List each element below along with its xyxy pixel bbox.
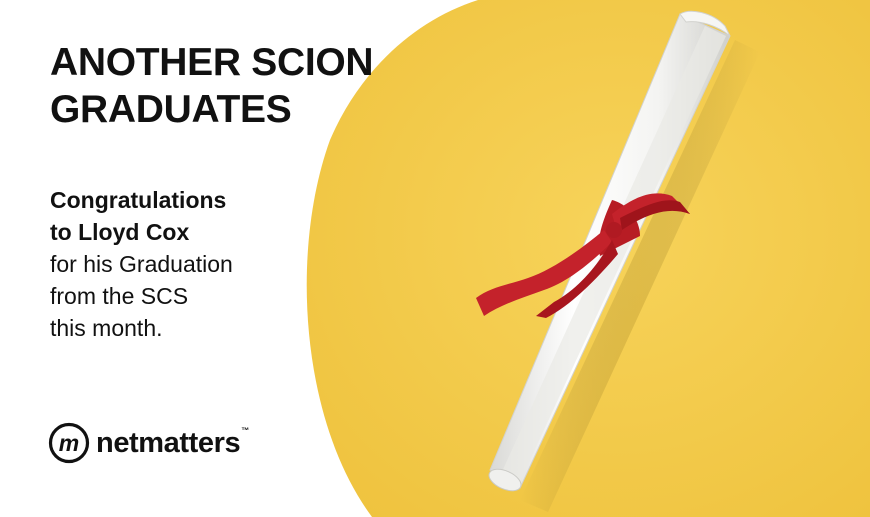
headline: ANOTHER SCION GRADUATES — [50, 40, 374, 134]
logo-trademark: ™ — [241, 426, 250, 435]
congratulations-message: Congratulations to Lloyd Cox for his Gra… — [50, 184, 233, 344]
headline-line-2: GRADUATES — [50, 87, 292, 131]
logo-wordmark: netmatters — [96, 426, 241, 459]
logo-mark-letter: m — [59, 430, 79, 456]
message-line-1: Congratulations — [50, 187, 227, 213]
graduation-banner: ANOTHER SCION GRADUATES Congratulations … — [0, 0, 870, 517]
message-line-5: this month. — [50, 315, 163, 341]
netmatters-logo: m netmatters ™ — [48, 422, 249, 464]
message-line-2: to Lloyd Cox — [50, 219, 190, 245]
netmatters-logo-icon: m — [48, 422, 90, 464]
headline-line-1: ANOTHER SCION — [50, 41, 374, 84]
message-line-3: for his Graduation — [50, 251, 233, 277]
message-line-4: from the SCS — [50, 283, 189, 309]
